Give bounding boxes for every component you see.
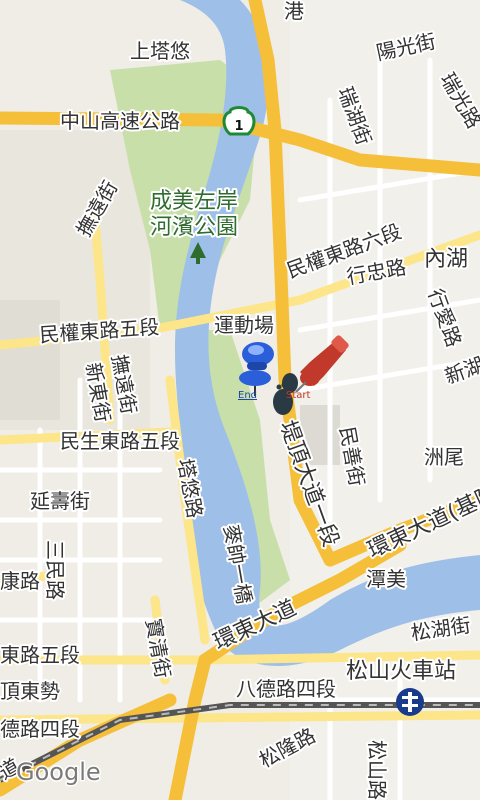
label-kang-rd: 康路 bbox=[0, 569, 40, 593]
railway-station-icon bbox=[396, 688, 424, 716]
google-attribution: Google bbox=[16, 758, 101, 786]
label-gang: 港 bbox=[284, 0, 304, 23]
label-yundongchang: 運動場 bbox=[214, 313, 274, 337]
label-chengmei-park-line1: 成美左岸 bbox=[150, 189, 238, 214]
label-sanmin-rd: 三民路 bbox=[43, 540, 67, 600]
label-songshan-rd: 松山路 bbox=[365, 740, 389, 800]
label-neihu: 內湖 bbox=[424, 247, 468, 272]
label-bade-rd4: 八德路四段 bbox=[236, 677, 336, 701]
map-block-building bbox=[0, 300, 60, 420]
label-minsheng-e5: 民生東路五段 bbox=[60, 429, 180, 453]
label-zhouwei: 洲尾 bbox=[424, 445, 464, 469]
label-chengmei-park-line2: 河濱公園 bbox=[150, 215, 238, 240]
label-dingdong-shi: 頂東勢 bbox=[0, 679, 60, 703]
label-shang-ta-you: 上塔悠 bbox=[130, 39, 190, 63]
map-view[interactable]: 1 上塔悠 中山高速公路 港 瑞湖街 陽光街 瑞光路 內湖 成美左岸 河濱公園 … bbox=[0, 0, 480, 800]
label-songshan-station: 松山火車站 bbox=[346, 659, 456, 684]
label-tanmei: 潭美 bbox=[366, 567, 406, 591]
highway-shield-number: 1 bbox=[234, 119, 243, 134]
label-de-rd4: 德路四段 bbox=[0, 717, 80, 741]
label-yanshou-st: 延壽街 bbox=[30, 489, 90, 513]
label-dong-rd5: 東路五段 bbox=[0, 643, 80, 667]
end-pin-label: End bbox=[238, 390, 257, 401]
start-pin-label: Start bbox=[286, 390, 311, 401]
label-zhongshan-freeway: 中山高速公路 bbox=[60, 109, 180, 133]
